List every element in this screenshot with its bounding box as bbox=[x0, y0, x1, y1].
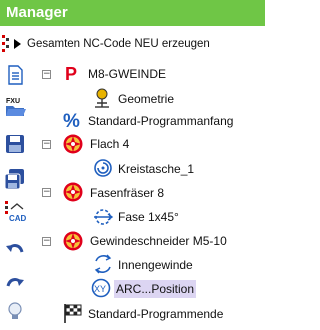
tree-item-label[interactable]: Fasenfräser 8 bbox=[88, 184, 166, 202]
generate-nc-code-label: Gesamten NC-Code NEU erzeugen bbox=[27, 38, 210, 50]
play-arrow-icon bbox=[14, 39, 21, 49]
lamp-icon[interactable] bbox=[4, 300, 26, 322]
tree-item-label[interactable]: Geometrie bbox=[116, 90, 176, 108]
save-as-icon[interactable] bbox=[4, 168, 26, 190]
tool-icon bbox=[62, 230, 83, 251]
expand-toggle-m8-gweinde[interactable]: − bbox=[42, 70, 51, 79]
tree-item-label[interactable]: M8-GWEINDE bbox=[86, 65, 168, 83]
svg-text:CAD: CAD bbox=[9, 214, 27, 223]
checkered-flag-icon bbox=[62, 302, 82, 323]
window-title: Manager bbox=[6, 4, 68, 21]
save-icon[interactable] bbox=[4, 133, 26, 155]
arc-position-icon: XY bbox=[90, 277, 111, 298]
generate-nc-code-row[interactable]: Gesamten NC-Code NEU erzeugen bbox=[0, 30, 265, 58]
thread-icon bbox=[92, 253, 112, 274]
fxu-open-icon[interactable]: FXU bbox=[4, 96, 26, 118]
tree-item-label[interactable]: Standard-Programmanfang bbox=[86, 112, 235, 130]
tool-icon bbox=[62, 181, 83, 202]
expand-toggle-gewindeschneider[interactable]: − bbox=[42, 237, 51, 246]
svg-text:XY: XY bbox=[94, 284, 106, 294]
tree-item-label[interactable]: Kreistasche_1 bbox=[116, 160, 196, 178]
expand-toggle-fasenfraeser-8[interactable]: − bbox=[42, 188, 51, 197]
tool-icon bbox=[62, 133, 83, 154]
circular-pocket-icon bbox=[92, 157, 112, 177]
expand-toggle-flach-4[interactable]: − bbox=[42, 140, 51, 149]
tree-item-label[interactable]: Standard-Programmende bbox=[86, 305, 225, 323]
file-list-icon[interactable] bbox=[4, 64, 26, 86]
svg-text:FXU: FXU bbox=[6, 98, 20, 105]
percent-icon: % bbox=[62, 109, 82, 132]
chamfer-icon bbox=[92, 206, 114, 226]
grip-icon bbox=[2, 33, 10, 55]
undo-icon[interactable] bbox=[4, 238, 26, 260]
program-p-icon: P bbox=[62, 63, 82, 84]
manager-title-bar: Manager bbox=[0, 0, 265, 26]
tree-item-label[interactable]: Gewindeschneider M5-10 bbox=[88, 232, 229, 250]
geometry-icon bbox=[92, 87, 112, 108]
tree-item-label[interactable]: Innengewinde bbox=[116, 256, 195, 274]
tree-item-label[interactable]: Flach 4 bbox=[88, 135, 131, 153]
tree-item-label[interactable]: Fase 1x45° bbox=[116, 208, 181, 226]
svg-text:P: P bbox=[65, 64, 77, 83]
redo-icon[interactable] bbox=[4, 272, 26, 294]
svg-text:%: % bbox=[63, 111, 80, 131]
cad-icon[interactable]: CAD bbox=[4, 200, 27, 223]
tree-item-label-selected[interactable]: ARC...Position bbox=[114, 280, 197, 298]
